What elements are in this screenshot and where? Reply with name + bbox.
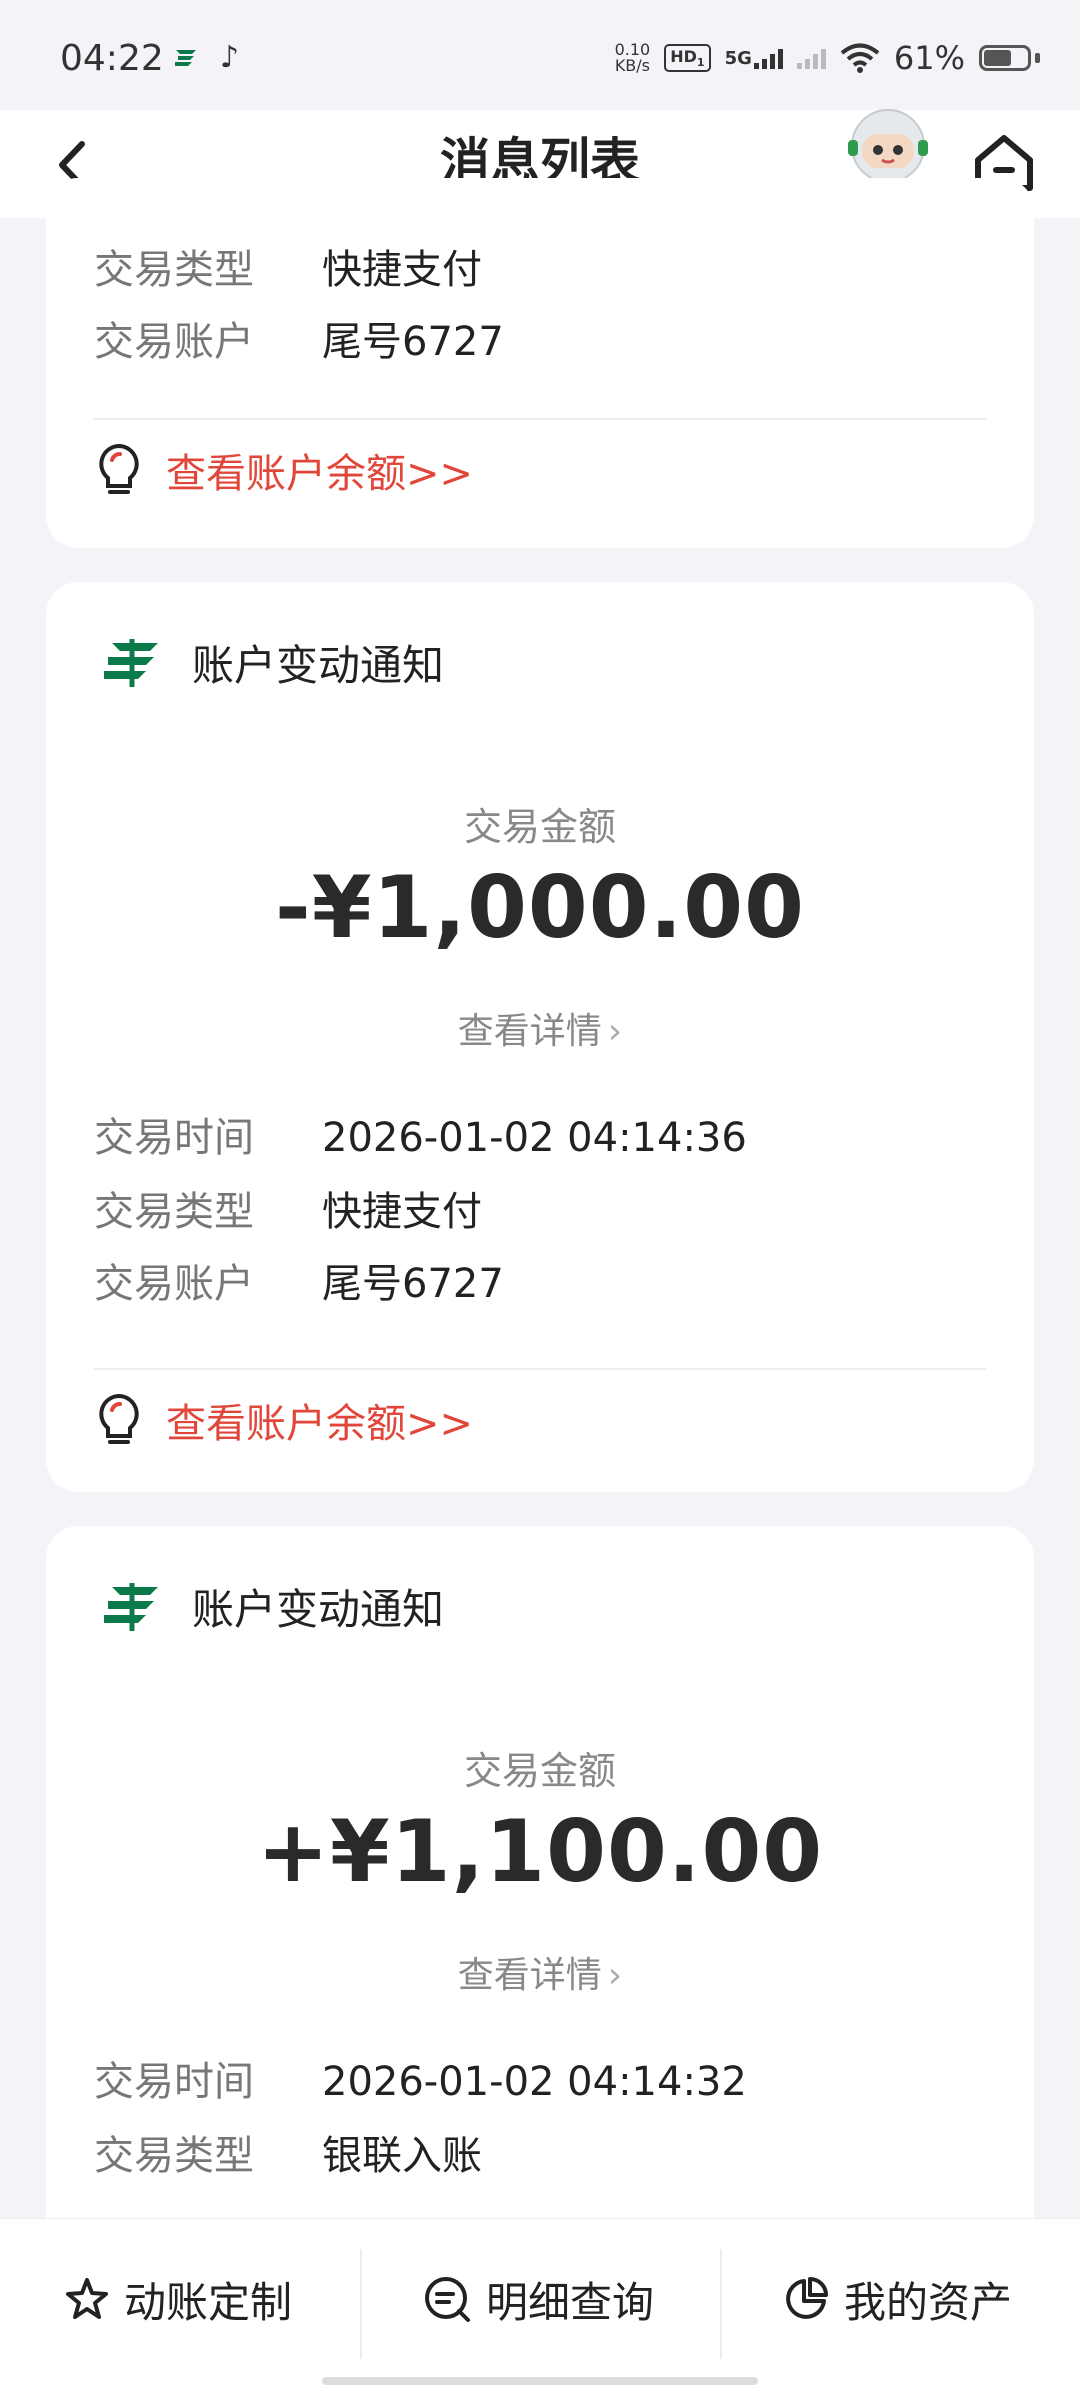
hd-icon: HD1 <box>664 43 711 73</box>
nav-label[interactable]: 动账定制 <box>124 2269 292 2330</box>
pie-chart-icon <box>786 2277 828 2319</box>
row-label: 交易类型 <box>94 247 254 293</box>
row-label: 交易账户 <box>94 1261 254 1307</box>
transaction-amount: +¥1,100.00 <box>256 1802 824 1902</box>
nav-my-assets[interactable]: 我的资产 <box>782 2259 1012 2339</box>
view-balance-link[interactable]: 查看账户余额>> <box>94 440 473 500</box>
transaction-amount: -¥1,000.00 <box>275 858 805 958</box>
signal-icon-secondary <box>796 47 826 69</box>
status-bar: 04:22 ♪ 0.10 KB/s HD1 5G 61% <box>0 0 1080 110</box>
status-icons: 0.10 KB/s HD1 5G 61% <box>615 36 1040 80</box>
star-outline-icon <box>66 2278 108 2319</box>
lightbulb-icon <box>99 1393 139 1444</box>
card-heading-text: 账户变动通知 <box>192 1585 445 1634</box>
amount-label: 交易金额 <box>463 1749 616 1793</box>
view-details-link[interactable]: 查看详情 › <box>46 1002 1034 1054</box>
row-value: 快捷支付 <box>322 247 482 293</box>
nav-label[interactable]: 我的资产 <box>844 2269 1012 2330</box>
row-label: 交易时间 <box>94 1115 254 1161</box>
wifi-icon <box>840 43 880 73</box>
china-post-icon <box>104 1582 158 1631</box>
view-balance-text[interactable]: 查看账户余额>> <box>166 1391 473 1449</box>
divider <box>94 418 986 420</box>
message-list[interactable]: 交易类型 快捷支付 交易账户 尾号6727 查看账户余额>> 账户变动通知 交易… <box>0 178 1080 2266</box>
view-balance-text[interactable]: 查看账户余额>> <box>166 441 473 499</box>
nav-label[interactable]: 明细查询 <box>486 2269 654 2330</box>
battery-tip <box>1035 53 1040 63</box>
china-post-icon <box>175 50 196 66</box>
row-value: 尾号6727 <box>322 1261 504 1307</box>
nav-divider <box>720 2249 722 2359</box>
message-card[interactable]: 账户变动通知 交易金额 +¥1,100.00 查看详情 › 交易时间 2026-0… <box>46 1526 1034 2266</box>
chevron-right-icon: › <box>607 1955 623 1996</box>
row-value: 银联入账 <box>322 2133 482 2179</box>
battery-percent: 61% <box>893 39 965 77</box>
card-heading-text: 账户变动通知 <box>192 641 445 690</box>
divider <box>94 1368 986 1370</box>
home-indicator[interactable] <box>322 2377 758 2385</box>
network-type: 5G <box>724 48 752 69</box>
amount-label: 交易金额 <box>463 805 616 849</box>
bottom-nav: 动账定制 明细查询 我的资产 <box>0 2218 1080 2389</box>
hd-label: HD <box>670 46 697 66</box>
search-list-icon <box>425 2277 470 2322</box>
message-card[interactable]: 交易类型 快捷支付 交易账户 尾号6727 查看账户余额>> <box>46 178 1034 548</box>
status-time: 04:22 <box>60 38 164 79</box>
row-value: 快捷支付 <box>322 1189 482 1235</box>
view-details-link[interactable]: 查看详情 › <box>46 1946 1034 1998</box>
lightbulb-icon <box>99 443 139 494</box>
view-details-text[interactable]: 查看详情 <box>458 1011 602 1052</box>
row-value: 2026-01-02 04:14:32 <box>322 2059 747 2105</box>
nav-divider <box>360 2249 362 2359</box>
net-speed: 0.10 KB/s <box>615 42 651 74</box>
net-speed-unit: KB/s <box>614 56 651 75</box>
hd-sub: 1 <box>696 56 705 70</box>
row-value: 2026-01-02 04:14:36 <box>322 1115 747 1161</box>
row-label: 交易类型 <box>94 2133 254 2179</box>
signal-icon: 5G <box>725 47 783 69</box>
row-label: 交易账户 <box>94 319 254 365</box>
row-value: 尾号6727 <box>322 319 504 365</box>
card-heading: 账户变动通知 <box>102 632 444 693</box>
card-heading: 账户变动通知 <box>102 1576 444 1637</box>
view-balance-link[interactable]: 查看账户余额>> <box>94 1390 473 1450</box>
nav-detail-query[interactable]: 明细查询 <box>422 2259 654 2339</box>
battery-icon <box>979 45 1031 71</box>
view-details-text[interactable]: 查看详情 <box>458 1955 602 1996</box>
nav-account-alerts[interactable]: 动账定制 <box>64 2259 292 2339</box>
chevron-right-icon: › <box>607 1011 623 1052</box>
row-label: 交易时间 <box>94 2059 254 2105</box>
row-label: 交易类型 <box>94 1189 254 1235</box>
tiktok-icon: ♪ <box>220 40 240 75</box>
china-post-icon <box>104 638 158 687</box>
message-card[interactable]: 账户变动通知 交易金额 -¥1,000.00 查看详情 › 交易时间 2026-0… <box>46 582 1034 1492</box>
